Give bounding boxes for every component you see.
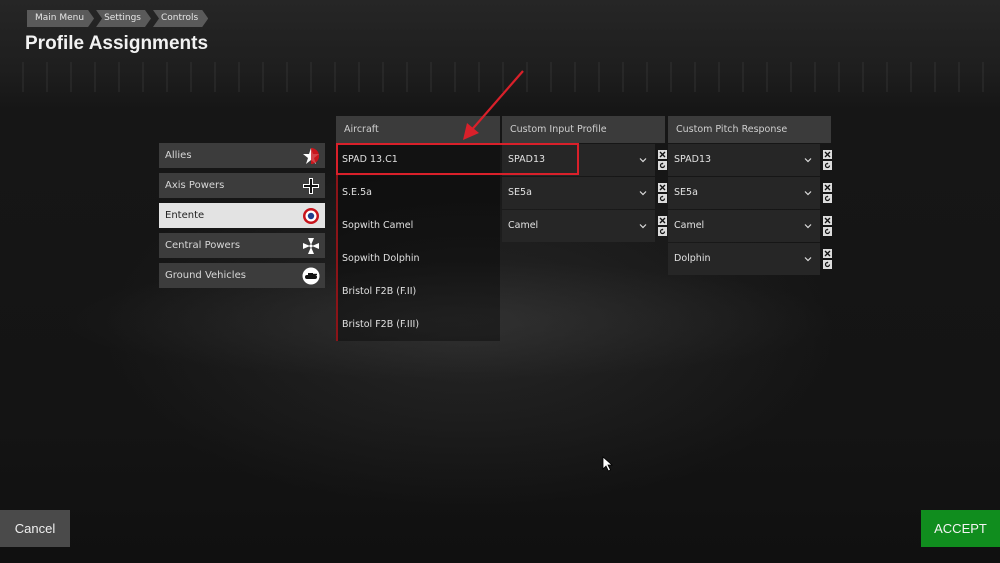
faction-item-allies[interactable]: Allies (159, 143, 325, 168)
pitch-response-dropdown-se5a[interactable]: SE5a (668, 176, 820, 209)
dropdown-value: Camel (674, 220, 705, 231)
iron-cross-icon (301, 176, 321, 196)
faction-label: Ground Vehicles (165, 270, 246, 281)
page-title: Profile Assignments (25, 33, 209, 54)
pitch-response-dropdown-camel[interactable]: Camel (668, 209, 820, 242)
tank-icon (301, 266, 321, 286)
dropdown-value: SPAD13 (674, 154, 712, 165)
clear-icon[interactable] (658, 215, 667, 225)
aircraft-row-dolphin[interactable]: Sopwith Dolphin (336, 242, 500, 275)
row-actions (823, 182, 832, 203)
aircraft-row-camel[interactable]: Sopwith Camel (336, 209, 500, 242)
input-profile-row: SE5a (502, 176, 667, 209)
clear-icon[interactable] (823, 149, 832, 159)
mouse-cursor-icon (602, 456, 614, 472)
aircraft-row-se5a[interactable]: S.E.5a (336, 176, 500, 209)
pitch-response-column: SPAD13 SE5a Camel Dolphin (668, 143, 832, 275)
faction-item-entente[interactable]: Entente (159, 203, 325, 228)
row-actions (658, 149, 667, 170)
row-actions (823, 248, 832, 269)
roundel-icon (301, 206, 321, 226)
row-actions (658, 182, 667, 203)
faction-label: Axis Powers (165, 180, 225, 191)
chevron-down-icon (804, 256, 812, 261)
clear-icon[interactable] (823, 182, 832, 192)
chevron-down-icon (804, 190, 812, 195)
breadcrumb: Main Menu Settings Controls (27, 10, 210, 27)
faction-label: Entente (165, 210, 205, 221)
column-header-pitch-response: Custom Pitch Response (668, 116, 831, 143)
reset-icon[interactable] (823, 160, 832, 170)
reset-icon[interactable] (658, 160, 667, 170)
reset-icon[interactable] (823, 259, 832, 269)
faction-list: Allies Axis Powers Entente Central Power… (159, 143, 325, 293)
pitch-response-row: SPAD13 (668, 143, 832, 176)
input-profile-dropdown-camel[interactable]: Camel (502, 209, 655, 242)
reset-icon[interactable] (658, 193, 667, 203)
annotation-arrow-icon (463, 70, 524, 140)
chevron-down-icon (639, 190, 647, 195)
clear-icon[interactable] (658, 149, 667, 159)
cross-pattee-icon (301, 236, 321, 256)
row-actions (823, 149, 832, 170)
pitch-response-row: SE5a (668, 176, 832, 209)
dropdown-value: Dolphin (674, 253, 711, 264)
reset-icon[interactable] (823, 193, 832, 203)
faction-label: Allies (165, 150, 192, 161)
dropdown-value: SE5a (674, 187, 698, 198)
faction-item-central-powers[interactable]: Central Powers (159, 233, 325, 258)
row-actions (823, 215, 832, 236)
pitch-response-dropdown-spad[interactable]: SPAD13 (668, 143, 820, 176)
chevron-down-icon (804, 157, 812, 162)
row-actions (658, 215, 667, 236)
pitch-response-row: Dolphin (668, 242, 832, 275)
breadcrumb-controls[interactable]: Controls (153, 10, 208, 27)
faction-label: Central Powers (165, 240, 241, 251)
reset-icon[interactable] (823, 226, 832, 236)
accept-button[interactable]: ACCEPT (921, 510, 1000, 547)
clear-icon[interactable] (823, 248, 832, 258)
clear-icon[interactable] (823, 215, 832, 225)
chevron-down-icon (639, 157, 647, 162)
input-profile-dropdown-se5a[interactable]: SE5a (502, 176, 655, 209)
dropdown-value: SE5a (508, 187, 532, 198)
chevron-down-icon (804, 223, 812, 228)
reset-icon[interactable] (658, 226, 667, 236)
aircraft-row-bristol-f2[interactable]: Bristol F2B (F.II) (336, 275, 500, 308)
cancel-button[interactable]: Cancel (0, 510, 70, 547)
dropdown-value: Camel (508, 220, 539, 231)
allies-star-icon (301, 146, 321, 166)
faction-item-ground-vehicles[interactable]: Ground Vehicles (159, 263, 325, 288)
clear-icon[interactable] (658, 182, 667, 192)
chevron-down-icon (639, 223, 647, 228)
faction-item-axis-powers[interactable]: Axis Powers (159, 173, 325, 198)
input-profile-row: Camel (502, 209, 667, 242)
pitch-response-dropdown-dolphin[interactable]: Dolphin (668, 242, 820, 275)
aircraft-row-bristol-f3[interactable]: Bristol F2B (F.III) (336, 308, 500, 341)
breadcrumb-settings[interactable]: Settings (96, 10, 151, 27)
breadcrumb-main-menu[interactable]: Main Menu (27, 10, 94, 27)
annotation-highlight-box (336, 143, 579, 175)
pitch-response-row: Camel (668, 209, 832, 242)
